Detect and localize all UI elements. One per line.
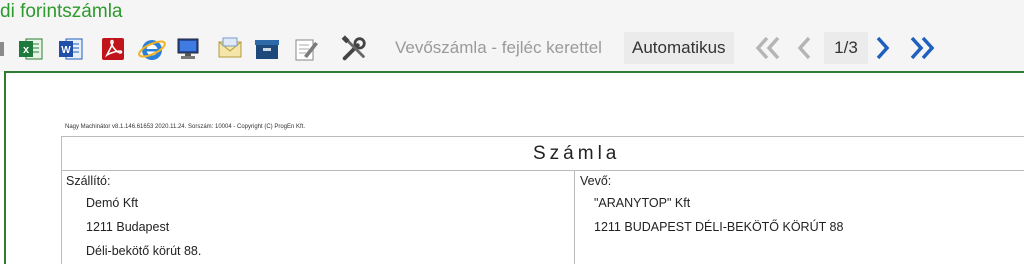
column-divider [574,170,575,264]
document-meta-line: Nagy Machinátor v8.1.146.61653 2020.11.2… [65,124,306,130]
invoice-document: Nagy Machinátor v8.1.146.61653 2020.11.2… [0,0,1024,264]
table-divider [61,170,1024,171]
supplier-city: 1211 Budapest [86,220,170,234]
supplier-name: Demó Kft [86,196,139,210]
buyer-address: 1211 BUDAPEST DÉLI-BEKÖTŐ KÖRÚT 88 [594,220,844,234]
buyer-name: "ARANYTOP" Kft [594,196,691,210]
buyer-label: Vevő: [580,174,612,188]
supplier-label: Szállító: [66,174,111,188]
supplier-street: Déli-bekötő körút 88. [86,244,202,258]
invoice-title: Számla [533,143,621,164]
